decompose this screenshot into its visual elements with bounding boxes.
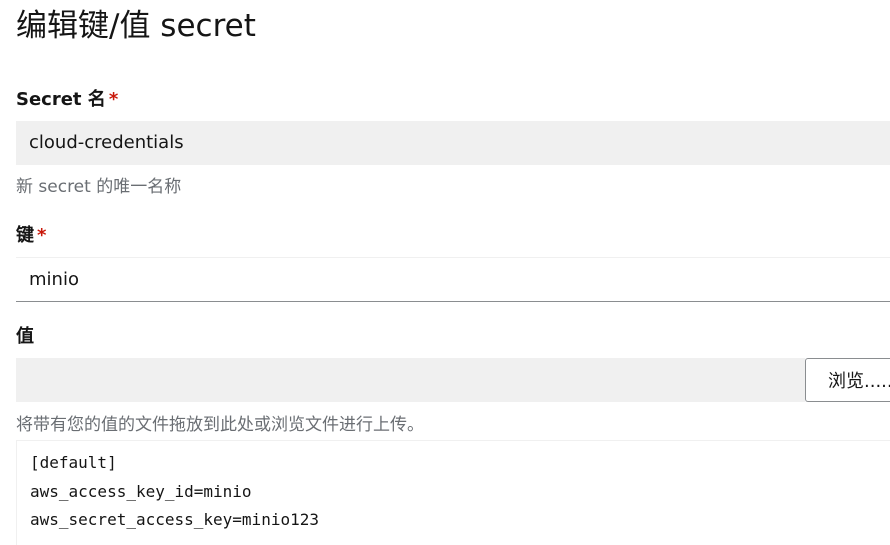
value-label: 值 bbox=[16, 326, 34, 347]
browse-button[interactable]: 浏览...... bbox=[805, 358, 890, 402]
value-textarea[interactable]: [default] aws_access_key_id=minio aws_se… bbox=[16, 440, 890, 545]
required-marker: * bbox=[108, 89, 119, 110]
key-input[interactable]: minio bbox=[16, 257, 890, 302]
secret-name-label: Secret 名 * bbox=[16, 88, 118, 112]
key-label-text: 键 bbox=[16, 225, 34, 246]
value-helper: 将带有您的值的文件拖放到此处或浏览文件进行上传。 bbox=[16, 415, 424, 435]
value-line: [default] bbox=[30, 453, 117, 472]
secret-name-field[interactable]: cloud-credentials bbox=[16, 121, 890, 165]
value-line: aws_secret_access_key=minio123 bbox=[30, 510, 319, 529]
key-label: 键 * bbox=[16, 224, 46, 248]
secret-name-helper: 新 secret 的唯一名称 bbox=[16, 177, 182, 197]
secret-name-label-text: Secret 名 bbox=[16, 89, 106, 110]
edit-secret-page: 编辑键/值 secret Secret 名 * cloud-credentials… bbox=[0, 0, 890, 545]
file-upload-filename-field[interactable] bbox=[16, 358, 805, 402]
required-marker: * bbox=[37, 225, 47, 246]
page-title: 编辑键/值 secret bbox=[16, 8, 256, 44]
value-line: aws_access_key_id=minio bbox=[30, 481, 252, 501]
